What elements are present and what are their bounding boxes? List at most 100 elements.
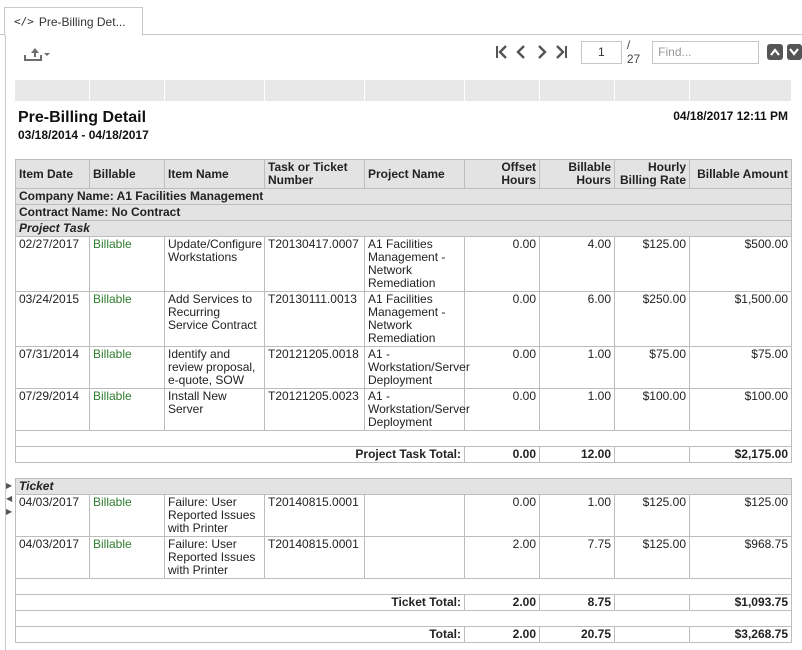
column-header: Task or Ticket Number [264, 159, 365, 189]
chevron-right-icon [537, 45, 547, 59]
expand-marker-icon[interactable]: ▶ [6, 481, 12, 490]
billable-amount: $1,500.00 [689, 291, 792, 347]
project-name [364, 494, 465, 537]
billable-hours: 6.00 [539, 291, 615, 347]
export-button[interactable] [21, 44, 51, 62]
blank-row [15, 578, 792, 595]
hourly-rate: $75.00 [614, 346, 690, 389]
grand-total-label: Total: [15, 626, 465, 643]
company-row: Company Name: A1 Facilities Management [15, 188, 792, 205]
column-header: Item Name [164, 159, 265, 189]
grand-total-billable-hours: 20.75 [539, 626, 615, 643]
billable-status: Billable [89, 388, 165, 431]
billable-amount: $500.00 [689, 236, 792, 292]
report-table: Item Date Billable Item Name Task or Tic… [15, 159, 792, 643]
next-page-button[interactable] [531, 42, 551, 62]
hourly-rate: $250.00 [614, 291, 690, 347]
table-row: 04/03/2017 Billable Failure: User Report… [15, 536, 792, 579]
hourly-rate: $125.00 [614, 536, 690, 579]
subtotal-row: Project Task Total: 0.00 12.00 $2,175.00 [15, 446, 792, 463]
find-input[interactable] [652, 40, 760, 64]
billable-status: Billable [89, 236, 165, 292]
offset-hours: 0.00 [464, 494, 540, 537]
export-icon [24, 48, 50, 61]
contract-row: Contract Name: No Contract [15, 204, 792, 221]
billable-status: Billable [89, 291, 165, 347]
table-row: 04/03/2017 Billable Failure: User Report… [15, 494, 792, 537]
ticket-number: T20140815.0001 [264, 536, 365, 579]
item-date: 04/03/2017 [15, 494, 90, 537]
item-date: 02/27/2017 [15, 236, 90, 292]
find-next-button[interactable] [786, 44, 802, 60]
subtotal-row: Ticket Total: 2.00 8.75 $1,093.75 [15, 594, 792, 611]
column-header-row: Item Date Billable Item Name Task or Tic… [15, 159, 792, 189]
collapse-marker-icon[interactable]: ◀ [6, 494, 12, 503]
grand-total-row: Total: 2.00 20.75 $3,268.75 [15, 626, 792, 643]
ticket-number: T20130111.0013 [264, 291, 365, 347]
expand-marker-icon[interactable]: ▶ [6, 507, 12, 516]
offset-hours: 0.00 [464, 346, 540, 389]
page-count: / 27 [626, 38, 641, 66]
offset-hours: 0.00 [464, 388, 540, 431]
project-name: A1 - Workstation/Server Deployment [364, 388, 470, 431]
billable-hours: 1.00 [539, 346, 615, 389]
ticket-number: T20121205.0018 [264, 346, 365, 389]
chevron-up-icon [770, 48, 780, 56]
previous-page-button[interactable] [511, 42, 531, 62]
offset-hours: 0.00 [464, 236, 540, 292]
table-row: 07/31/2014 Billable Identify and review … [15, 346, 792, 389]
subtotal-label: Ticket Total: [15, 594, 465, 611]
tab-pre-billing-detail[interactable]: </> Pre-Billing Det... [4, 7, 143, 36]
billable-hours: 1.00 [539, 494, 615, 537]
billable-amount: $125.00 [689, 494, 792, 537]
column-header: Project Name [364, 159, 465, 189]
pager: / 27 [491, 38, 802, 66]
subtotal-billable-amount: $2,175.00 [689, 446, 792, 463]
ticket-number: T20130417.0007 [264, 236, 365, 292]
hourly-rate: $125.00 [614, 236, 690, 292]
item-name: Update/Configure Workstations [164, 236, 265, 292]
find-previous-button[interactable] [767, 44, 783, 60]
project-name: A1 Facilities Management - Network Remed… [364, 291, 465, 347]
subtotal-billable-hours: 12.00 [539, 446, 615, 463]
hourly-rate: $125.00 [614, 494, 690, 537]
report-date-range: 03/18/2014 - 04/18/2017 [18, 128, 149, 142]
billable-amount: $75.00 [689, 346, 792, 389]
last-page-button[interactable] [552, 42, 572, 62]
billable-hours: 4.00 [539, 236, 615, 292]
item-name: Identify and review proposal, e-quote, S… [164, 346, 265, 389]
item-name: Failure: User Reported Issues with Print… [164, 536, 265, 579]
blank-row [15, 430, 792, 447]
grand-total-billable-amount: $3,268.75 [689, 626, 792, 643]
column-header: Item Date [15, 159, 90, 189]
billable-status: Billable [89, 536, 165, 579]
subtotal-billable-hours: 8.75 [539, 594, 615, 611]
subtotal-offset-hours: 0.00 [464, 446, 540, 463]
page-number-input[interactable] [580, 40, 622, 64]
item-date: 03/24/2015 [15, 291, 90, 347]
last-page-icon [555, 45, 567, 59]
subtotal-offset-hours: 2.00 [464, 594, 540, 611]
column-header: Billable Hours [539, 159, 615, 189]
first-page-button[interactable] [491, 42, 511, 62]
code-icon: </> [14, 15, 34, 28]
item-date: 04/03/2017 [15, 536, 90, 579]
group-header: Project Task [15, 220, 792, 237]
offset-hours: 0.00 [464, 291, 540, 347]
tab-label: Pre-Billing Det... [38, 14, 126, 29]
table-row: 07/29/2014 Billable Install New Server T… [15, 388, 792, 431]
billable-hours: 7.75 [539, 536, 615, 579]
item-name: Install New Server [164, 388, 265, 431]
project-name [364, 536, 465, 579]
table-row: 03/24/2015 Billable Add Services to Recu… [15, 291, 792, 347]
hourly-rate: $100.00 [614, 388, 690, 431]
report-header-band [15, 80, 791, 101]
group-header: Ticket [15, 478, 792, 495]
ticket-number: T20140815.0001 [264, 494, 365, 537]
report-run-time: 04/18/2017 12:11 PM [673, 109, 788, 123]
subtotal-billable-amount: $1,093.75 [689, 594, 792, 611]
chevron-left-icon [516, 45, 526, 59]
first-page-icon [496, 45, 507, 59]
billable-amount: $100.00 [689, 388, 792, 431]
grand-total-offset-hours: 2.00 [464, 626, 540, 643]
